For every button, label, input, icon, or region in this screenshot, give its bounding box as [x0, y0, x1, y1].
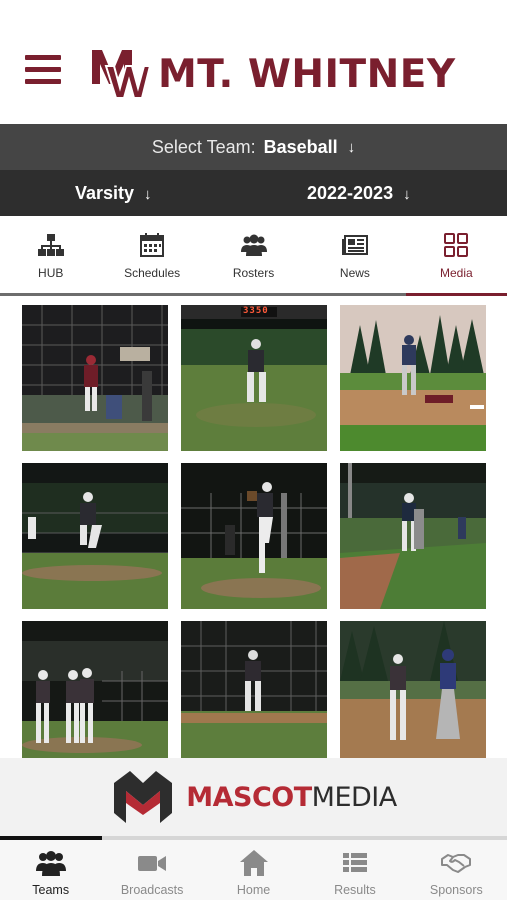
photo-image — [340, 463, 486, 609]
tab-label: Media — [439, 266, 473, 280]
sponsor-banner[interactable]: MASCOTMEDIA — [0, 758, 507, 836]
photo-image — [181, 463, 327, 609]
level-dropdown[interactable]: Varsity ↓ — [75, 183, 152, 204]
tab-results[interactable]: Results — [304, 840, 405, 900]
photo-image — [22, 305, 168, 451]
tab-label: Teams — [32, 883, 70, 897]
tab-label: Sponsors — [429, 883, 483, 897]
photo-image — [340, 621, 486, 767]
newspaper-icon — [341, 235, 368, 255]
tab-broadcasts[interactable]: Broadcasts — [101, 840, 202, 900]
org-chart-icon — [37, 234, 64, 256]
sponsor-name-part1: MASCOT — [186, 781, 312, 813]
media-photo-first-base[interactable] — [340, 621, 486, 767]
video-camera-icon — [138, 856, 167, 871]
tab-label: Broadcasts — [120, 883, 184, 897]
team-selector-value: Baseball — [263, 136, 338, 157]
school-name: MT. WHITNEY — [158, 52, 456, 97]
people-icon — [35, 851, 66, 876]
photo-image — [22, 463, 168, 609]
arrow-down-icon: ↓ — [347, 138, 356, 156]
tab-home[interactable]: Home — [203, 840, 304, 900]
bottom-tab-bar: Teams Broadcasts Home Results Sponsors — [0, 840, 507, 900]
tab-label: Results — [334, 883, 376, 897]
app-header: MT. WHITNEY — [0, 0, 507, 124]
filter-bar: Varsity ↓ 2022-2023 ↓ — [0, 170, 507, 216]
photo-image — [22, 621, 168, 767]
team-selector-label: Select Team: — [151, 136, 256, 157]
grid-icon — [444, 233, 469, 257]
season-dropdown[interactable]: 2022-2023 ↓ — [307, 183, 411, 204]
tab-sponsors[interactable]: Sponsors — [406, 840, 507, 900]
scoreboard-readout: 3350 — [243, 306, 269, 316]
tab-news[interactable]: News — [304, 216, 405, 293]
people-icon — [240, 234, 267, 256]
handshake-icon — [441, 854, 472, 873]
tab-schedules[interactable]: Schedules — [101, 216, 202, 293]
tab-hub[interactable]: HUB — [0, 216, 101, 293]
photo-image — [181, 621, 327, 767]
menu-icon[interactable] — [25, 55, 61, 85]
tab-teams[interactable]: Teams — [0, 840, 101, 900]
tab-label: News — [339, 266, 370, 280]
mascot-media-m-logo — [114, 771, 173, 823]
arrow-down-icon: ↓ — [403, 186, 411, 203]
photo-image — [340, 305, 486, 451]
tab-media[interactable]: Media — [405, 216, 507, 296]
tab-label: Home — [236, 883, 271, 897]
calendar-icon — [140, 233, 165, 257]
mw-monogram-logo — [92, 50, 152, 99]
sponsor-name: MASCOTMEDIA — [186, 782, 397, 813]
team-selector[interactable]: Select Team: Baseball ↓ — [0, 124, 507, 170]
media-photo-batter-at-plate[interactable] — [22, 305, 168, 451]
tab-label: Rosters — [232, 266, 275, 280]
tab-label: HUB — [38, 266, 64, 280]
media-photo-pitcher-windup-2[interactable] — [181, 463, 327, 609]
list-icon — [342, 853, 367, 872]
media-photo-infielders[interactable] — [340, 463, 486, 609]
arrow-down-icon: ↓ — [144, 186, 152, 203]
tab-rosters[interactable]: Rosters — [203, 216, 304, 293]
photo-image — [181, 305, 327, 451]
media-photo-pitcher-windup-1[interactable] — [22, 463, 168, 609]
media-photo-pitcher-scoreboard[interactable]: 3350 — [181, 305, 327, 451]
level-value: Varsity — [75, 183, 135, 203]
media-photo-runner-sliding[interactable] — [340, 305, 486, 451]
media-photo-fielder-fence[interactable] — [181, 621, 327, 767]
season-value: 2022-2023 — [307, 183, 394, 203]
sponsor-name-part2: MEDIA — [311, 781, 398, 813]
media-photo-mound-meeting[interactable] — [22, 621, 168, 767]
tab-label: Schedules — [124, 266, 181, 280]
home-icon — [239, 850, 268, 876]
section-tabs: HUB Schedules Rosters News Media — [0, 216, 507, 296]
